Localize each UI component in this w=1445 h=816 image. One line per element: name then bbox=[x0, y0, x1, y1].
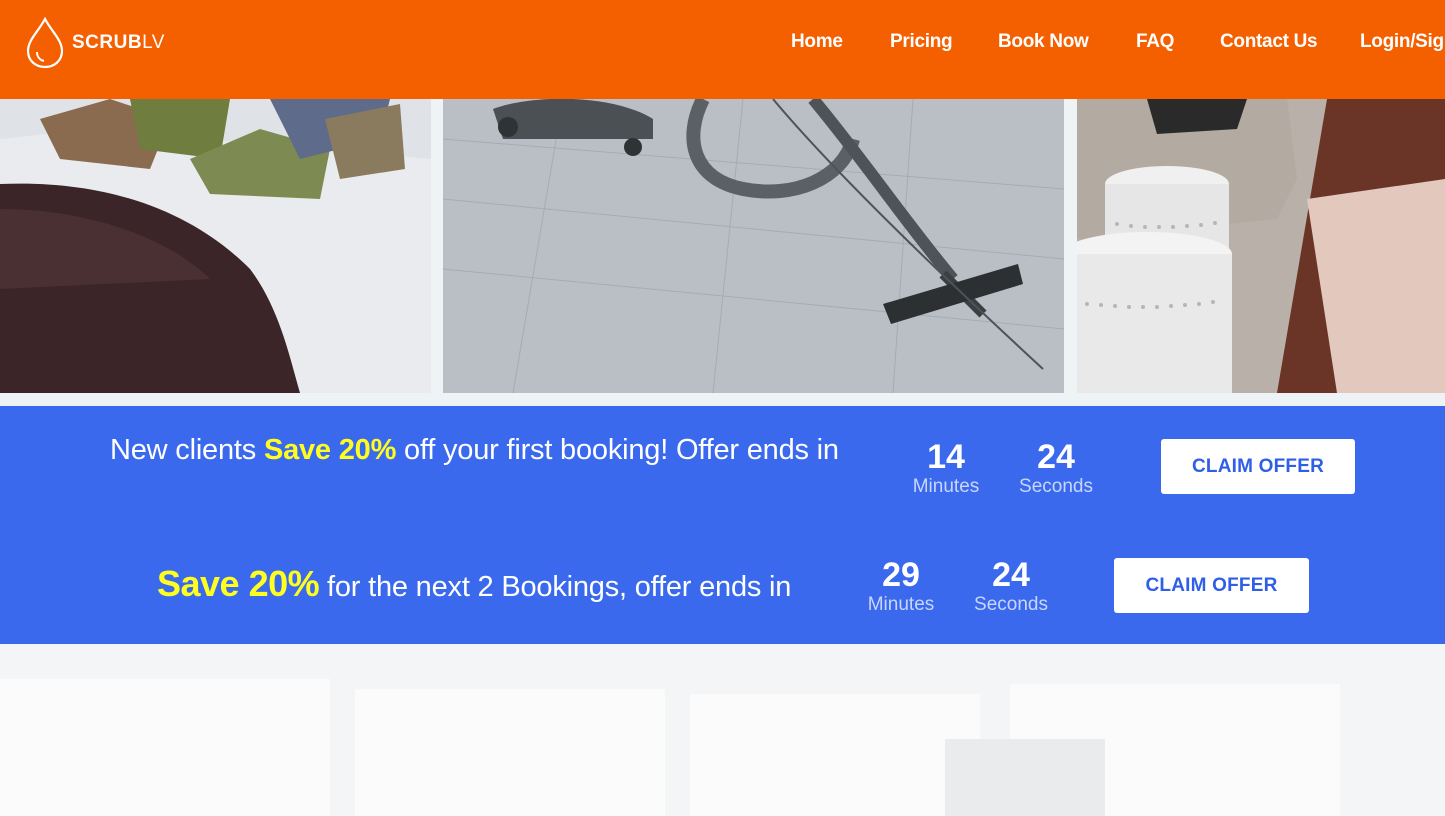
promo-band: New clients Save 20% off your first book… bbox=[0, 406, 1445, 644]
window-pane bbox=[355, 689, 665, 816]
countdown-seconds-label: Seconds bbox=[1019, 476, 1093, 497]
offer-1-highlight: Save 20% bbox=[263, 434, 397, 466]
countdown-minutes-value: 29 bbox=[882, 556, 920, 594]
water-drop-icon bbox=[26, 16, 64, 69]
claim-offer-button[interactable]: CLAIM OFFER bbox=[1114, 558, 1309, 613]
offer-1-text: New clients Save 20% off your first book… bbox=[110, 434, 839, 466]
countdown-minutes-label: Minutes bbox=[912, 476, 980, 497]
living-room-photo bbox=[1077, 99, 1445, 393]
offer-2-minutes: 29 Minutes bbox=[851, 557, 951, 617]
site-header: SCRUBLV Home Pricing Book Now FAQ Contac… bbox=[0, 0, 1445, 99]
countdown-minutes-label: Minutes bbox=[867, 594, 935, 615]
offer-1-seconds: 24 Seconds bbox=[1006, 439, 1106, 499]
nav-pricing[interactable]: Pricing bbox=[890, 31, 953, 53]
nav-login-signup[interactable]: Login/Sign bbox=[1360, 31, 1445, 53]
countdown-seconds-value: 24 bbox=[992, 556, 1030, 594]
window-pane bbox=[690, 694, 980, 816]
countdown-seconds-label: Seconds bbox=[974, 594, 1048, 615]
vacuum-photo bbox=[443, 99, 1064, 393]
claim-offer-button[interactable]: CLAIM OFFER bbox=[1161, 439, 1355, 494]
countdown-seconds-value: 24 bbox=[1037, 438, 1075, 476]
hero-gallery bbox=[0, 99, 1445, 406]
offer-2-seconds: 24 Seconds bbox=[961, 557, 1061, 617]
nav-contact-us[interactable]: Contact Us bbox=[1220, 31, 1318, 53]
shelf-shape bbox=[945, 739, 1105, 816]
nav-book-now[interactable]: Book Now bbox=[998, 31, 1089, 53]
nav-home[interactable]: Home bbox=[791, 31, 843, 53]
logo[interactable]: SCRUBLV bbox=[24, 16, 165, 70]
window-pane bbox=[0, 679, 330, 816]
background-photo bbox=[0, 644, 1445, 816]
offer-2-highlight: Save 20% bbox=[157, 563, 320, 604]
offer-2-text: Save 20% for the next 2 Bookings, offer … bbox=[157, 563, 792, 604]
bedroom-photo bbox=[0, 99, 431, 393]
logo-text: SCRUBLV bbox=[72, 32, 165, 53]
nav-faq[interactable]: FAQ bbox=[1136, 31, 1174, 53]
countdown-minutes-value: 14 bbox=[927, 438, 965, 476]
offer-1-minutes: 14 Minutes bbox=[896, 439, 996, 499]
